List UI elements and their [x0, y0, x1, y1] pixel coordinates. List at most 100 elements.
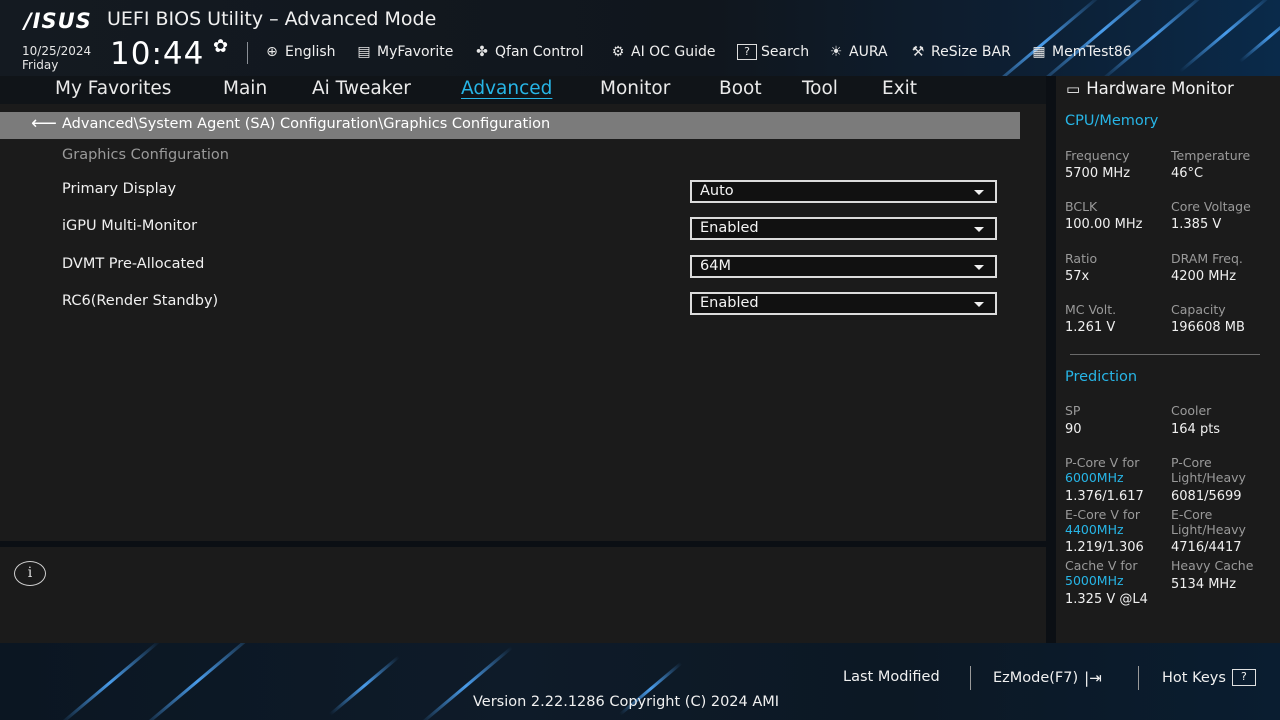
app-title: UEFI BIOS Utility – Advanced Mode — [107, 8, 437, 30]
footer-divider — [970, 666, 971, 690]
hw-label: Frequency — [1065, 148, 1130, 163]
hw-label: Core Voltage — [1171, 199, 1251, 214]
footer-label: Hot Keys — [1162, 669, 1226, 686]
clock-display[interactable]: 10:44 — [110, 36, 204, 72]
toolbar-aura-button[interactable]: ☀ AURA — [827, 42, 888, 62]
footer-label: EzMode(F7) — [993, 670, 1079, 686]
tab-boot[interactable]: Boot — [719, 78, 762, 99]
tab-my-favorites[interactable]: My Favorites — [55, 78, 171, 99]
pcore-lh-value: 6081/5699 — [1171, 489, 1242, 504]
dvmt-pre-allocated-select[interactable]: 64M — [690, 255, 997, 278]
setting-label-primary-display: Primary Display — [62, 181, 177, 197]
last-modified-button[interactable]: Last Modified — [843, 669, 940, 685]
toolbar-label: MyFavorite — [377, 44, 454, 60]
heavy-cache-value: 5134 MHz — [1171, 577, 1237, 592]
date-display: 10/25/2024 Friday — [22, 44, 91, 72]
ai-oc-icon: ⚙ — [611, 44, 625, 60]
pcore-v-value: 1.376/1.617 — [1065, 489, 1144, 504]
primary-display-select[interactable]: Auto — [690, 180, 997, 203]
hw-label: Cache V for — [1065, 558, 1138, 573]
toolbar-memtest86-button[interactable]: ▦ MemTest86 — [1030, 42, 1132, 62]
hw-label: Capacity — [1171, 302, 1226, 317]
toolbar-label: ReSize BAR — [931, 44, 1011, 60]
hw-label: MC Volt. — [1065, 302, 1117, 317]
toolbar-qfan-button[interactable]: ✤ Qfan Control — [473, 42, 583, 62]
cooler-value: 164 pts — [1171, 422, 1221, 437]
tab-ai-tweaker[interactable]: Ai Tweaker — [312, 78, 411, 99]
hw-label: Ratio — [1065, 251, 1098, 266]
pcore-freq-label: 6000MHz — [1065, 470, 1124, 485]
bclk-value: 100.00 MHz — [1065, 217, 1143, 232]
hw-label: P-Core — [1171, 455, 1212, 470]
cpu-memory-heading: CPU/Memory — [1065, 113, 1159, 129]
toolbar-english-button[interactable]: ⊕ English — [263, 42, 335, 62]
asus-logo: /ISUS — [24, 9, 92, 33]
mc-volt-value: 1.261 V — [1065, 320, 1116, 335]
info-icon: i — [14, 561, 46, 586]
hw-label: Heavy Cache — [1171, 558, 1254, 573]
cache-freq-label: 5000MHz — [1065, 573, 1124, 588]
tab-advanced[interactable]: Advanced — [461, 78, 552, 99]
cpu-frequency-value: 5700 MHz — [1065, 166, 1131, 181]
toolbar-label: AURA — [849, 44, 888, 60]
hw-label: DRAM Freq. — [1171, 251, 1243, 266]
toolbar-label: MemTest86 — [1052, 44, 1132, 60]
cpu-temperature-value: 46°C — [1171, 166, 1204, 181]
setting-label-rc6-render-standby: RC6(Render Standby) — [62, 293, 219, 309]
hw-label: Temperature — [1171, 148, 1251, 163]
resize-bar-icon: ⚒ — [911, 44, 925, 60]
toolbar-label: AI OC Guide — [631, 44, 716, 60]
rc6-render-standby-select[interactable]: Enabled — [690, 292, 997, 315]
back-arrow-icon[interactable]: ⟵ — [31, 113, 57, 134]
hw-label: Light/Heavy — [1171, 522, 1246, 537]
select-value: 64M — [700, 258, 731, 274]
clock-settings-gear-icon[interactable]: ✿ — [213, 36, 228, 57]
dram-freq-value: 4200 MHz — [1171, 269, 1237, 284]
sp-value: 90 — [1065, 422, 1082, 437]
tab-main[interactable]: Main — [223, 78, 267, 99]
date-text: 10/25/2024 — [22, 44, 92, 58]
globe-icon: ⊕ — [266, 44, 278, 60]
toolbar-label: Qfan Control — [495, 44, 584, 60]
monitor-icon: ▭ — [1066, 79, 1081, 98]
exit-arrow-icon: |⇥ — [1084, 669, 1102, 687]
setting-label-igpu-multi-monitor: iGPU Multi-Monitor — [62, 218, 198, 234]
ezmode-button[interactable]: EzMode(F7) |⇥ — [993, 669, 1102, 687]
igpu-multi-monitor-select[interactable]: Enabled — [690, 217, 997, 240]
select-value: Enabled — [700, 295, 759, 311]
tab-monitor[interactable]: Monitor — [600, 78, 670, 99]
search-icon: ? — [737, 44, 757, 60]
chevron-down-icon — [974, 227, 984, 232]
chevron-down-icon — [974, 190, 984, 195]
hardware-monitor-title: ▭ Hardware Monitor — [1066, 79, 1234, 98]
ecore-v-value: 1.219/1.306 — [1065, 540, 1144, 555]
fan-icon: ✤ — [476, 44, 488, 60]
toolbar-search-button[interactable]: ? Search — [737, 42, 809, 62]
toolbar-resize-bar-button[interactable]: ⚒ ReSize BAR — [909, 42, 1011, 62]
help-info-panel — [0, 547, 1046, 643]
ecore-lh-value: 4716/4417 — [1171, 540, 1242, 555]
hw-label: Light/Heavy — [1171, 470, 1246, 485]
hw-label: P-Core V for — [1065, 455, 1140, 470]
main-panel — [0, 104, 1046, 541]
select-value: Auto — [700, 183, 734, 199]
toolbar-myfavorite-button[interactable]: ▤ MyFavorite — [355, 42, 453, 62]
memtest-icon: ▦ — [1032, 44, 1046, 60]
ratio-value: 57x — [1065, 269, 1090, 284]
favorite-icon: ▤ — [357, 44, 371, 60]
tab-tool[interactable]: Tool — [802, 78, 838, 99]
hot-keys-button[interactable]: Hot Keys ? — [1162, 669, 1256, 686]
core-voltage-value: 1.385 V — [1171, 217, 1222, 232]
help-question-icon: ? — [1231, 669, 1256, 686]
hw-label: SP — [1065, 403, 1081, 418]
section-title: Graphics Configuration — [62, 147, 229, 163]
ecore-freq-label: 4400MHz — [1065, 522, 1124, 537]
hw-title-text: Hardware Monitor — [1086, 79, 1234, 98]
hw-divider — [1070, 354, 1260, 355]
toolbar-label: Search — [761, 44, 810, 60]
toolbar-ai-oc-guide-button[interactable]: ⚙ AI OC Guide — [609, 42, 716, 62]
chevron-down-icon — [974, 265, 984, 270]
day-text: Friday — [22, 58, 59, 72]
hw-label: Cooler — [1171, 403, 1212, 418]
tab-exit[interactable]: Exit — [882, 78, 917, 99]
